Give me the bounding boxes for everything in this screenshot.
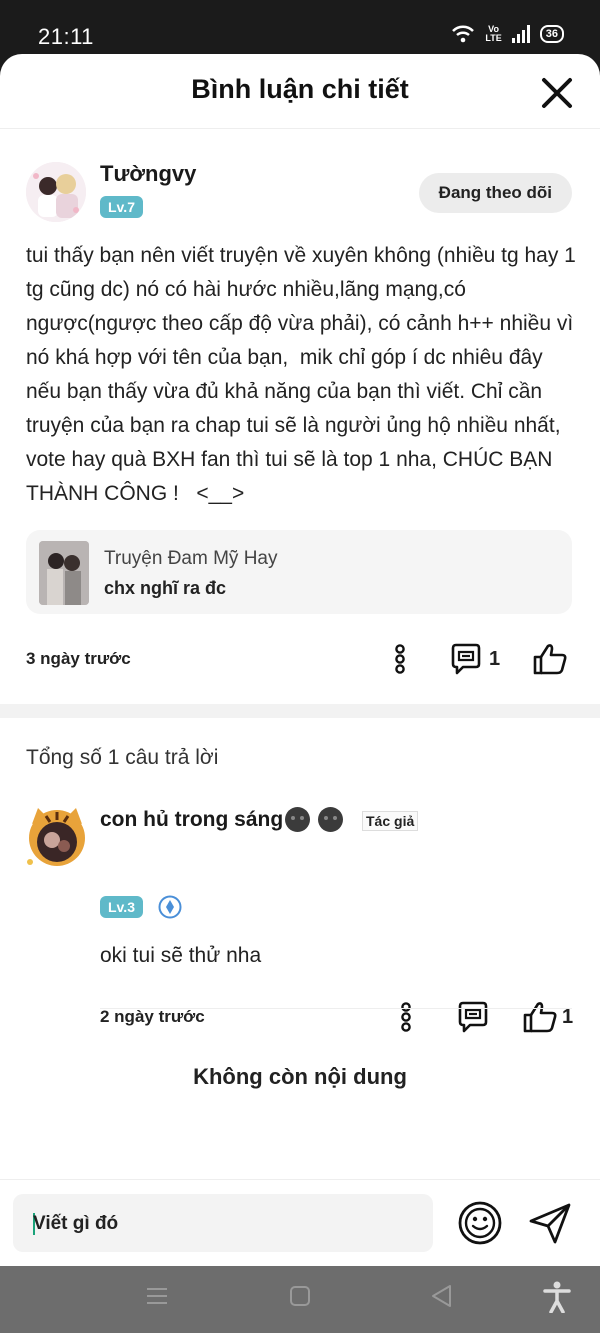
comment-actions: 3 ngày trước 1 <box>26 639 572 679</box>
reply-actions: 2 ngày trước 1 <box>100 997 573 1037</box>
reply-icon <box>458 1001 488 1033</box>
battery-icon: 36 <box>539 25 564 43</box>
comment-time: 3 ngày trước <box>26 649 131 668</box>
dark-emoji-icon <box>318 807 344 832</box>
like-button[interactable] <box>532 641 568 677</box>
reply-avatar[interactable] <box>24 802 90 868</box>
reply-username[interactable]: con hủ trong sáng <box>100 807 344 832</box>
send-icon[interactable] <box>527 1200 573 1246</box>
story-card[interactable]: Truyện Đam Mỹ Hay chx nghĩ ra đc <box>26 530 572 614</box>
reply-text: oki tui sẽ thử nha <box>100 944 262 967</box>
dark-emoji-icon <box>285 807 311 832</box>
more-vertical-icon[interactable] <box>396 1002 416 1032</box>
story-cover-image <box>39 541 89 605</box>
emoji-icon[interactable] <box>457 1200 503 1246</box>
level-badge: Lv.3 <box>100 896 143 918</box>
thumbs-up-icon <box>533 644 567 675</box>
volte-indicator: Vo LTE <box>485 24 502 43</box>
accessibility-icon[interactable] <box>543 1281 571 1313</box>
comment-username[interactable]: Tườngvy <box>100 161 196 187</box>
status-time: 21:11 <box>38 24 94 49</box>
signal-icon <box>511 25 530 43</box>
section-divider <box>0 704 600 718</box>
more-vertical-icon[interactable] <box>390 644 410 674</box>
main-comment: Tườngvy Lv.7 Đang theo dõi tui thấy bạn … <box>0 129 600 704</box>
reply-username-text: con hủ trong sáng <box>100 807 284 831</box>
comment-text: tui thấy bạn nên viết truyện về xuyên kh… <box>26 244 582 505</box>
like-button[interactable]: 1 <box>522 999 573 1035</box>
avatar[interactable] <box>26 162 86 222</box>
author-badge: Tác giả <box>362 811 419 831</box>
page-title: Bình luận chi tiết <box>191 74 409 104</box>
story-title: Truyện Đam Mỹ Hay <box>104 548 278 569</box>
replies-count-title: Tổng số 1 câu trả lời <box>26 746 219 769</box>
reply-button[interactable] <box>456 999 490 1035</box>
level-badge: Lv.7 <box>100 196 143 218</box>
thumbs-up-icon <box>523 1002 557 1033</box>
comment-input-bar <box>0 1179 600 1266</box>
story-subtitle: chx nghĩ ra đc <box>104 578 227 598</box>
comment-input[interactable] <box>31 1194 425 1254</box>
verified-icon <box>158 895 182 919</box>
comment-input-wrapper <box>13 1194 433 1254</box>
reply-separator <box>100 1008 572 1009</box>
back-icon[interactable] <box>430 1284 454 1308</box>
following-button[interactable]: Đang theo dõi <box>418 173 572 213</box>
system-navigation-bar <box>0 1266 600 1333</box>
reply-time: 2 ngày trước <box>100 1007 205 1026</box>
no-more-content: Không còn nội dung <box>193 1064 407 1089</box>
home-icon[interactable] <box>289 1284 311 1308</box>
sheet-header: Bình luận chi tiết <box>0 54 600 129</box>
status-icons: Vo LTE 36 <box>451 25 564 43</box>
reply-count: 1 <box>489 647 501 670</box>
menu-icon[interactable] <box>146 1284 168 1308</box>
close-icon[interactable] <box>538 74 576 112</box>
wifi-icon <box>452 25 475 43</box>
status-bar: 21:11 Vo LTE 36 <box>0 0 600 58</box>
reply-button[interactable]: 1 <box>449 641 500 677</box>
comment-detail-sheet: Bình luận chi tiết Tườngvy Lv.7 Đang the… <box>0 54 600 1266</box>
reply-icon <box>451 643 481 675</box>
reply-item: con hủ trong sáng Tác giả Lv.3 oki tui s… <box>0 799 600 1033</box>
